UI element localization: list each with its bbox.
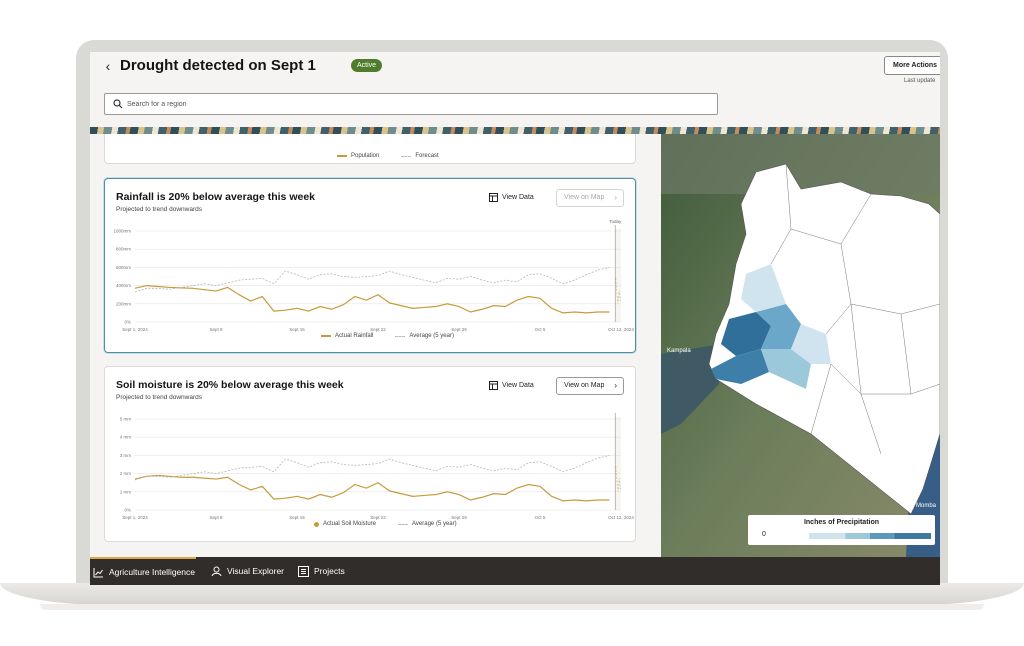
chevron-left-icon: ‹ — [105, 58, 111, 74]
x-tick-label: Sept 22 — [370, 515, 386, 520]
rainfall-card-subtitle: Projected to trend downwards — [116, 206, 202, 213]
population-x-tick-label: Sept 8 — [220, 134, 235, 135]
x-tick-label: Sept 8 — [209, 515, 223, 520]
x-tick-label: Oct 12, 2024 — [608, 327, 634, 332]
legend-item-population: Population — [337, 153, 379, 159]
legend-item-actual-soil-moisture: Actual Soil Moisture — [314, 521, 376, 527]
y-tick-label: 400mm — [116, 283, 131, 288]
x-tick-label: Oct 5 — [535, 515, 546, 520]
legend-item-actual-rainfall: Actual Rainfall — [321, 333, 373, 339]
tab-agriculture-intelligence[interactable]: Agriculture Intelligence — [90, 557, 196, 585]
search-icon — [113, 99, 123, 109]
population-x-tick-label: Oct 12 — [608, 134, 623, 135]
chevron-right-icon: › — [614, 193, 617, 202]
soil-moisture-card[interactable]: Soil moisture is 20% below average this … — [104, 366, 636, 542]
forecast-shaded-area — [615, 229, 621, 322]
laptop-base — [0, 583, 1024, 605]
region-search — [104, 93, 718, 115]
population-x-tick-label: Sept 29 — [454, 134, 471, 135]
series-line-actual-rainfall — [134, 284, 610, 314]
x-tick-label: Oct 12, 2024 — [608, 515, 634, 520]
series-line-average-5-year- — [134, 267, 610, 293]
y-tick-label: 0% — [124, 320, 131, 325]
list-icon — [298, 565, 309, 577]
x-tick-label: Sept 29 — [451, 327, 467, 332]
table-icon — [489, 381, 498, 390]
person-pin-icon — [211, 566, 222, 576]
y-tick-label: 1 mm — [120, 489, 132, 494]
x-tick-label: Sept 1, 2024 — [122, 515, 148, 520]
search-input[interactable] — [127, 97, 707, 111]
rainfall-card[interactable]: Rainfall is 20% below average this week … — [104, 178, 636, 353]
x-tick-label: Sept 29 — [451, 515, 467, 520]
x-tick-label: Sept 1, 2024 — [122, 327, 148, 332]
x-tick-label: Oct 5 — [535, 327, 546, 332]
stage: ‹ Drought detected on Sept 1 Active More… — [0, 0, 1024, 646]
region-map[interactable]: Kampala Momba Inches of Precipitation 0 — [661, 134, 940, 557]
precipitation-legend-min: 0 — [762, 531, 766, 538]
y-tick-label: 5 mm — [120, 417, 132, 422]
series-line-actual-soil-moisture — [134, 474, 610, 502]
population-x-tick-label: Sept 1 — [142, 134, 157, 135]
legend-item-forecast: Forecast — [401, 153, 439, 159]
x-tick-label: Sept 15 — [289, 327, 305, 332]
soil-legend: Actual Soil Moisture Average (5 year) — [314, 521, 457, 527]
population-card: Sept 1 Sept 8 Sept 15 Sept 22 Sept 29 Oct 5 Oc… — [104, 134, 636, 164]
population-x-tick-label: Sept 15 — [297, 134, 314, 135]
chart-icon — [93, 567, 103, 577]
precipitation-legend-title: Inches of Precipitation — [803, 519, 880, 526]
rainfall-view-data-button[interactable]: View Data — [489, 193, 534, 202]
legend-item-average: Average (5 year) — [395, 333, 454, 339]
y-tick-label: 800mm — [116, 247, 131, 252]
legend-item-average: Average (5 year) — [398, 521, 457, 527]
x-tick-label: Sept 15 — [289, 515, 305, 520]
soil-view-on-map-button[interactable]: View on Map › — [556, 377, 624, 395]
insights-panel[interactable]: Sept 1 Sept 8 Sept 15 Sept 22 Sept 29 Oct 5 Oc… — [90, 134, 661, 557]
y-tick-label: 3 mm — [120, 453, 132, 458]
satellite-map-image — [661, 134, 940, 557]
app-screen: ‹ Drought detected on Sept 1 Active More… — [90, 52, 940, 585]
rainfall-card-title: Rainfall is 20% below average this week — [116, 191, 316, 203]
bottom-navigation: Agriculture Intelligence Visual Explorer… — [90, 557, 940, 585]
population-x-tick-label: Sept 22 — [375, 134, 392, 135]
forecast-shaded-area — [615, 417, 621, 510]
page-title: Drought detected on Sept 1 — [120, 57, 316, 74]
tab-visual-explorer[interactable]: Visual Explorer — [211, 557, 284, 585]
y-tick-label: 2 mm — [120, 471, 132, 476]
last-update-text: Last update — [904, 78, 936, 84]
soil-view-data-button[interactable]: View Data — [489, 381, 534, 390]
y-tick-label: 4 mm — [120, 435, 132, 440]
precipitation-color-scale — [809, 533, 931, 539]
tab-projects[interactable]: Projects — [298, 557, 345, 585]
decorative-pattern-strip — [90, 127, 940, 134]
population-x-tick-label: Oct 5 — [536, 134, 548, 135]
map-label-kampala: Kampala — [667, 348, 691, 354]
series-line-average-5-year- — [134, 455, 610, 481]
status-badge: Active — [351, 59, 383, 72]
population-chart-axis: Sept 1 Sept 8 Sept 15 Sept 22 Sept 29 Oct 5 Oc… — [142, 134, 623, 135]
back-button[interactable]: ‹ — [100, 58, 116, 74]
y-tick-label: 200mm — [116, 301, 131, 306]
rainfall-view-on-map-button[interactable]: View on Map › — [556, 189, 624, 207]
y-tick-label: 1000mm — [113, 229, 131, 234]
x-tick-label: Sept 22 — [370, 327, 386, 332]
today-label: Today — [609, 219, 622, 224]
x-tick-label: Sept 8 — [209, 327, 223, 332]
laptop-base-shadow — [40, 604, 984, 610]
y-tick-label: 600mm — [116, 265, 131, 270]
page-header: ‹ Drought detected on Sept 1 Active More… — [90, 52, 940, 127]
chevron-right-icon: › — [614, 381, 617, 390]
table-icon — [489, 193, 498, 202]
more-actions-button[interactable]: More Actions — [884, 56, 940, 75]
soil-card-subtitle: Projected to trend downwards — [116, 394, 202, 401]
map-label-momba: Momba — [916, 503, 937, 509]
rainfall-legend: Actual Rainfall Average (5 year) — [321, 333, 454, 339]
population-legend: Population Forecast — [337, 153, 439, 159]
soil-card-title: Soil moisture is 20% below average this … — [116, 379, 344, 391]
precipitation-legend: Inches of Precipitation 0 — [748, 515, 935, 545]
y-tick-label: 0% — [124, 508, 131, 513]
